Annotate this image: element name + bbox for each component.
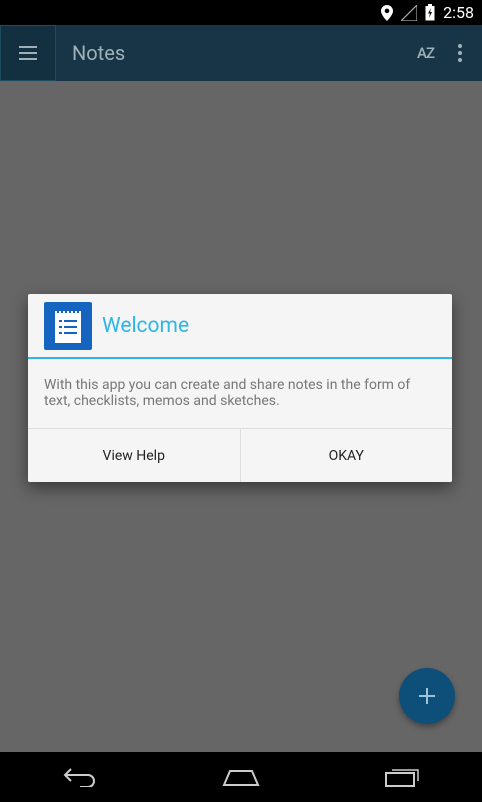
battery-charging-icon xyxy=(425,4,435,21)
view-help-button[interactable]: View Help xyxy=(28,429,240,482)
dialog-message: With this app you can create and share n… xyxy=(44,377,411,409)
status-bar: 2:58 xyxy=(0,0,482,25)
plus-icon xyxy=(419,688,435,704)
home-icon[interactable] xyxy=(222,767,260,787)
add-note-button[interactable] xyxy=(399,668,455,724)
location-icon xyxy=(381,4,394,21)
system-nav-bar xyxy=(0,752,482,802)
dialog-header: Welcome xyxy=(28,294,452,359)
app-bar: Notes AZ xyxy=(0,25,482,81)
dialog-actions: View Help OKAY xyxy=(28,428,452,482)
welcome-dialog: Welcome With this app you can create and… xyxy=(28,294,452,482)
menu-button[interactable] xyxy=(0,25,56,81)
status-time: 2:58 xyxy=(443,3,474,22)
sort-az-icon[interactable]: AZ xyxy=(417,44,435,62)
hamburger-menu-icon xyxy=(19,46,37,60)
sort-az-label: AZ xyxy=(417,44,435,62)
app-title: Notes xyxy=(72,41,126,65)
dialog-title: Welcome xyxy=(102,313,190,338)
notes-app-icon xyxy=(44,301,92,350)
back-icon[interactable] xyxy=(62,767,98,787)
okay-button[interactable]: OKAY xyxy=(239,429,452,482)
recents-icon[interactable] xyxy=(384,767,420,787)
overflow-menu-icon[interactable] xyxy=(452,40,468,66)
signal-icon xyxy=(401,4,418,21)
